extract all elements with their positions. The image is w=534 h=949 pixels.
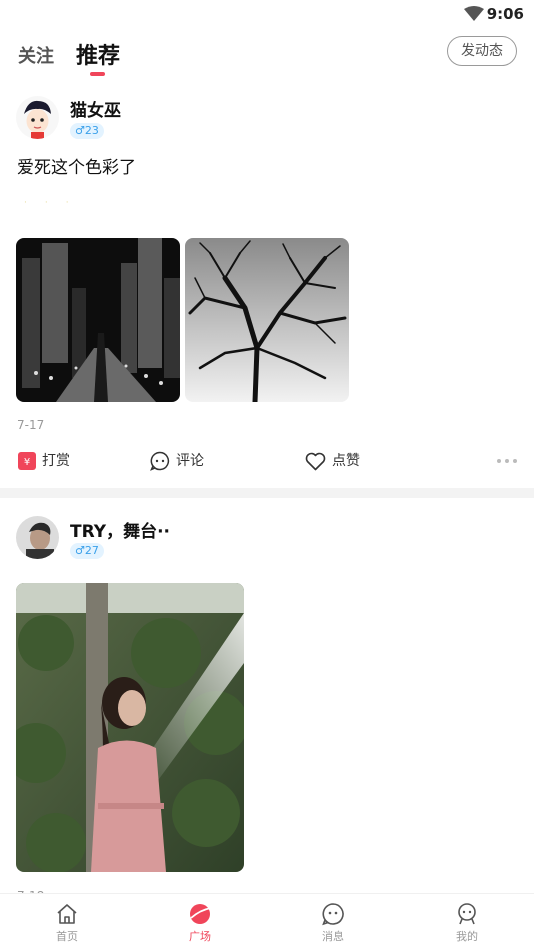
username[interactable]: 猫女巫 xyxy=(70,96,121,121)
active-tab-indicator xyxy=(90,72,105,76)
avatar-photo-image xyxy=(16,516,59,559)
post-date: 7-17 xyxy=(17,418,45,432)
avatar[interactable] xyxy=(16,96,59,139)
avatar[interactable] xyxy=(16,516,59,559)
post-update-button[interactable]: 发动态 xyxy=(447,36,517,66)
post-photo-city-night[interactable] xyxy=(16,238,180,402)
tab-recommend[interactable]: 推荐 xyxy=(76,38,120,70)
message-icon xyxy=(322,903,344,926)
bottom-navigation: 首页 广场 消息 我的 xyxy=(0,893,534,949)
post-photo-girl-garden[interactable] xyxy=(16,583,244,872)
tab-follow[interactable]: 关注 xyxy=(18,42,54,68)
status-time: 9:06 xyxy=(486,5,524,23)
gender-age-badge: ♂23 xyxy=(70,123,104,139)
wifi-icon xyxy=(464,6,484,21)
nav-messages[interactable]: 消息 xyxy=(293,902,373,944)
post-divider xyxy=(0,488,534,498)
gender-age-badge: ♂27 xyxy=(70,543,104,559)
svg-text:¥: ¥ xyxy=(24,457,30,468)
like-label: 点赞 xyxy=(332,453,360,469)
reward-button[interactable]: ¥ 打赏 xyxy=(18,450,70,472)
nav-plaza[interactable]: 广场 xyxy=(160,902,240,944)
nav-profile-label: 我的 xyxy=(456,930,478,943)
top-navigation: 关注 推荐 发动态 xyxy=(0,30,534,80)
like-button[interactable]: 点赞 xyxy=(305,450,360,472)
nav-home[interactable]: 首页 xyxy=(27,902,107,944)
more-options-icon[interactable] xyxy=(496,458,518,464)
comment-label: 评论 xyxy=(176,453,204,469)
post-photo-bare-tree[interactable] xyxy=(185,238,349,402)
plaza-icon xyxy=(190,904,212,924)
comment-button[interactable]: 评论 xyxy=(150,450,204,472)
status-bar: 9:06 xyxy=(0,0,534,28)
avatar-cartoon-image xyxy=(16,96,59,139)
nav-profile[interactable]: 我的 xyxy=(427,902,507,944)
heart-icon xyxy=(305,452,326,470)
nav-messages-label: 消息 xyxy=(322,930,344,943)
nav-plaza-label: 广场 xyxy=(189,930,211,943)
post-text: 爱死这个色彩了 xyxy=(17,158,136,178)
reward-icon: ¥ xyxy=(18,452,36,470)
nav-home-label: 首页 xyxy=(56,930,78,943)
reward-label: 打赏 xyxy=(42,453,70,469)
comment-icon xyxy=(150,451,170,471)
profile-icon xyxy=(458,903,476,925)
decorative-dots: ··· xyxy=(24,198,87,208)
username[interactable]: TRY，舞台·· xyxy=(70,517,170,542)
home-icon xyxy=(57,904,77,924)
